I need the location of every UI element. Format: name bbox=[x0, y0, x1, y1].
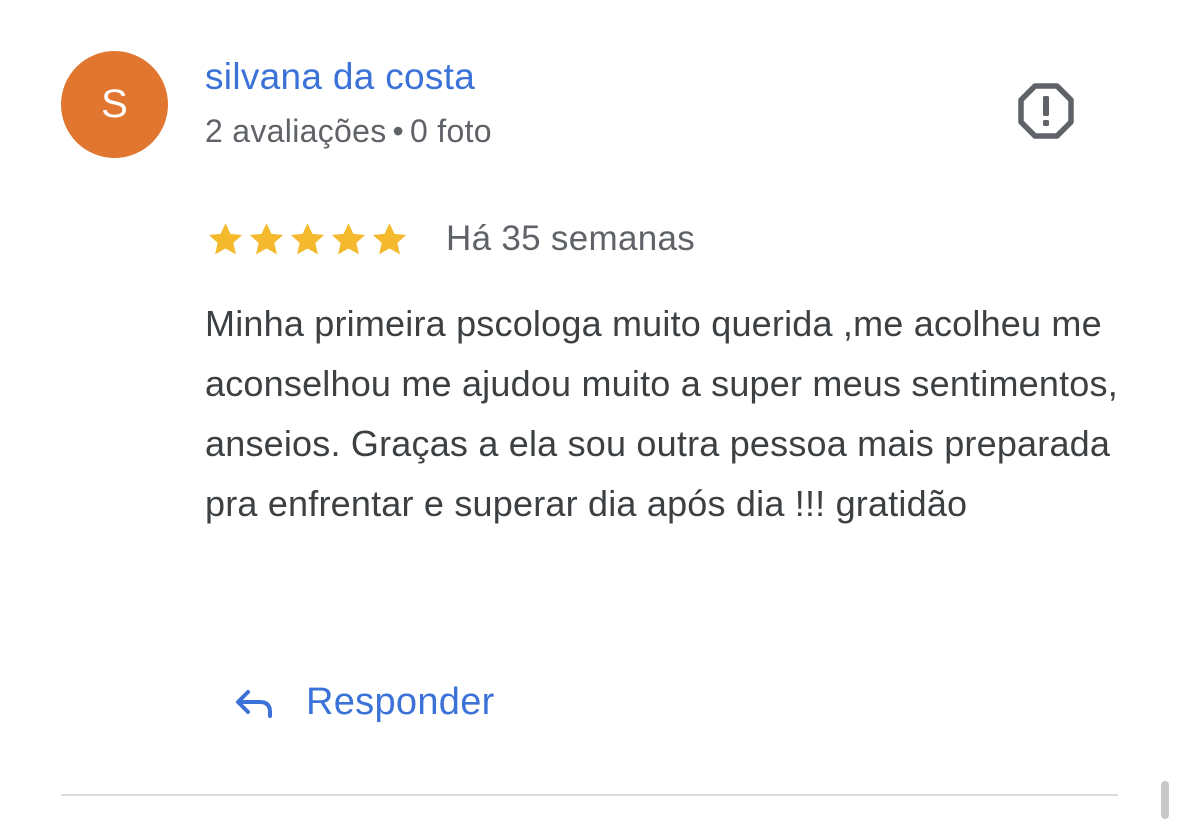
review-time: Há 35 semanas bbox=[446, 219, 696, 258]
reply-button[interactable]: Responder bbox=[232, 672, 495, 732]
rating-row: Há 35 semanas bbox=[205, 214, 695, 264]
review-text: Minha primeira pscologa muito querida ,m… bbox=[205, 303, 1118, 524]
star-rating bbox=[205, 219, 410, 260]
review-card: S silvana da costa 2 avaliações • 0 foto H… bbox=[0, 0, 1179, 819]
divider bbox=[61, 794, 1118, 796]
star-icon bbox=[249, 222, 284, 254]
author-name-link[interactable]: silvana da costa bbox=[205, 56, 475, 98]
author-meta: 2 avaliações • 0 foto bbox=[205, 113, 492, 150]
report-button[interactable] bbox=[1017, 82, 1075, 140]
reviews-count: 2 avaliações bbox=[205, 113, 387, 149]
star-icon bbox=[208, 222, 243, 254]
reply-label: Responder bbox=[306, 680, 495, 723]
report-flag-icon bbox=[1018, 83, 1074, 139]
star-icon bbox=[372, 222, 407, 254]
reply-arrow-icon bbox=[236, 690, 272, 718]
star-icon bbox=[331, 222, 366, 254]
photos-count: 0 foto bbox=[410, 113, 492, 149]
star-icon bbox=[290, 222, 325, 254]
scrollbar-thumb[interactable] bbox=[1161, 781, 1169, 819]
avatar[interactable]: S bbox=[61, 51, 168, 158]
meta-separator: • bbox=[392, 113, 405, 149]
